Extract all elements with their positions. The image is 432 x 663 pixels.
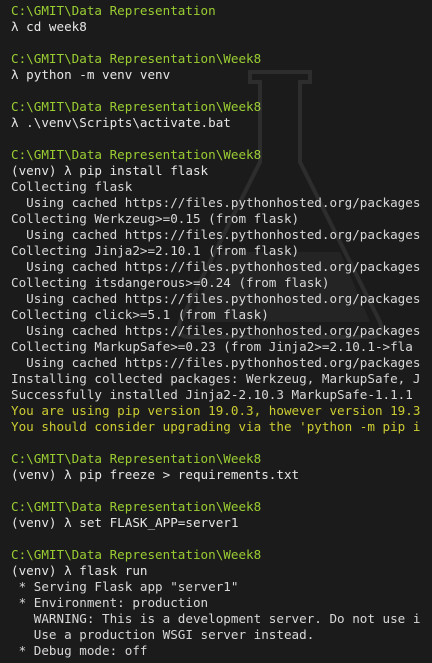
output-line: Installing collected packages: Werkzeug,… (11, 371, 421, 386)
command-line: λ cd week8 (11, 19, 87, 34)
command-line: λ python -m venv venv (11, 67, 171, 82)
warning-line: You are using pip version 19.0.3, howeve… (11, 403, 421, 418)
terminal-output: C:\GMIT\Data Representation λ cd week8 C:\… (11, 3, 432, 659)
cwd-path-line: C:\GMIT\Data Representation\Week8 (11, 451, 262, 466)
command-line: (venv) λ flask run (11, 563, 148, 578)
output-line: Collecting Jinja2>=2.10.1 (from flask) (11, 243, 300, 258)
command-line: (venv) λ set FLASK_APP=server1 (11, 515, 239, 530)
output-line: Using cached https://files.pythonhosted.… (11, 323, 421, 338)
terminal-window[interactable]: C:\GMIT\Data Representation λ cd week8 C:\… (0, 0, 432, 663)
cwd-path-line: C:\GMIT\Data Representation\Week8 (11, 547, 262, 562)
cwd-path-line: C:\GMIT\Data Representation\Week8 (11, 147, 262, 162)
output-line: * Serving Flask app "server1" (11, 579, 239, 594)
output-line: * Debug mode: off (11, 643, 148, 658)
output-line: Use a production WSGI server instead. (11, 627, 315, 642)
output-line: * Environment: production (11, 595, 209, 610)
output-line: Collecting MarkupSafe>=0.23 (from Jinja2… (11, 339, 413, 354)
output-line: Collecting click>=5.1 (from flask) (11, 307, 269, 322)
output-line: Using cached https://files.pythonhosted.… (11, 291, 421, 306)
cwd-path-line: C:\GMIT\Data Representation\Week8 (11, 51, 262, 66)
cwd-path-line: C:\GMIT\Data Representation (11, 3, 216, 18)
command-line: (venv) λ pip install flask (11, 163, 209, 178)
command-line: λ .\venv\Scripts\activate.bat (11, 115, 231, 130)
output-line: Using cached https://files.pythonhosted.… (11, 227, 421, 242)
warning-line: You should consider upgrading via the 'p… (11, 419, 421, 434)
output-line: Collecting itsdangerous>=0.24 (from flas… (11, 275, 330, 290)
output-line: Using cached https://files.pythonhosted.… (11, 259, 421, 274)
command-line: (venv) λ pip freeze > requirements.txt (11, 467, 300, 482)
output-line: Successfully installed Jinja2-2.10.3 Mar… (11, 387, 413, 402)
cwd-path-line: C:\GMIT\Data Representation\Week8 (11, 499, 262, 514)
cwd-path-line: C:\GMIT\Data Representation\Week8 (11, 99, 262, 114)
output-line: Collecting flask (11, 179, 133, 194)
output-line: Collecting Werkzeug>=0.15 (from flask) (11, 211, 300, 226)
output-line: Using cached https://files.pythonhosted.… (11, 355, 421, 370)
output-line: WARNING: This is a development server. D… (11, 611, 421, 626)
output-line: Using cached https://files.pythonhosted.… (11, 195, 421, 210)
